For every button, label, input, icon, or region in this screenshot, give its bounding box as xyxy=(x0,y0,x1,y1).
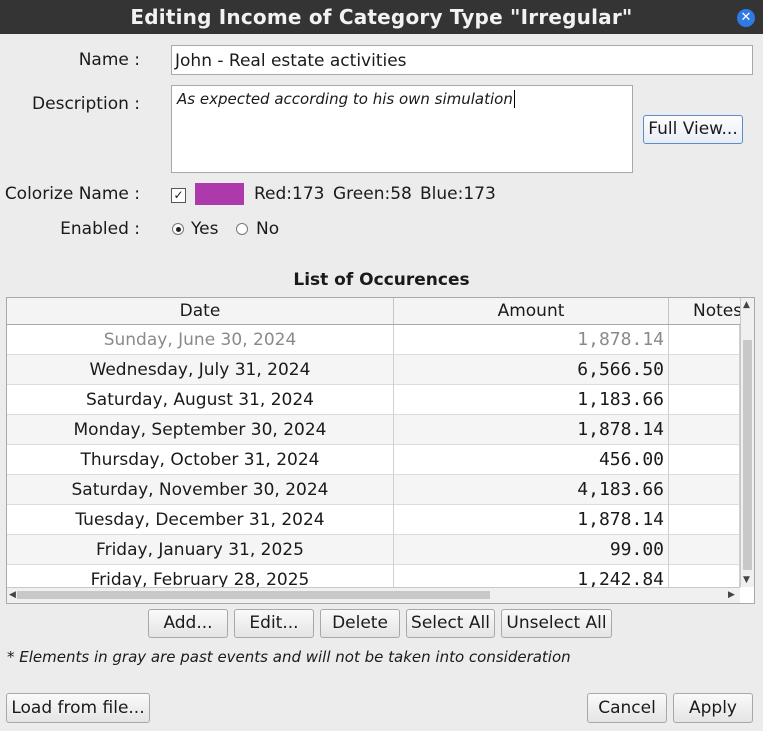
vertical-scroll-thumb[interactable] xyxy=(743,340,752,570)
notes-cell xyxy=(669,325,740,355)
amount-cell: 1,878.14 xyxy=(394,415,669,445)
window-title: Editing Income of Category Type "Irregul… xyxy=(130,5,633,29)
check-icon: ✓ xyxy=(173,188,184,202)
enabled-no-label[interactable]: No xyxy=(256,219,279,239)
horizontal-scrollbar[interactable]: ◀ ▶ xyxy=(7,587,740,603)
column-header-amount[interactable]: Amount xyxy=(394,298,669,324)
scroll-right-icon[interactable]: ▶ xyxy=(728,590,735,600)
scroll-down-icon[interactable]: ▼ xyxy=(743,575,750,585)
amount-cell: 456.00 xyxy=(394,445,669,475)
select-all-button[interactable]: Select All xyxy=(406,609,495,638)
table-row[interactable]: Tuesday, December 31, 2024 1,878.14 xyxy=(7,505,740,535)
description-label: Description : xyxy=(32,94,140,114)
color-swatch[interactable] xyxy=(195,183,244,205)
enabled-yes-radio[interactable] xyxy=(172,223,184,235)
horizontal-scroll-thumb[interactable] xyxy=(17,591,490,599)
colorize-checkbox[interactable]: ✓ xyxy=(171,188,186,203)
add-button[interactable]: Add... xyxy=(148,609,228,638)
unselect-all-button[interactable]: Unselect All xyxy=(501,609,612,638)
amount-cell: 1,878.14 xyxy=(394,505,669,535)
table-header: Date Amount Notes xyxy=(7,298,740,325)
column-header-notes[interactable]: Notes xyxy=(669,298,740,324)
notes-cell xyxy=(669,385,740,415)
amount-cell: 99.00 xyxy=(394,535,669,565)
name-label: Name : xyxy=(78,50,140,70)
name-input[interactable]: John - Real estate activities xyxy=(171,45,753,75)
scroll-up-icon[interactable]: ▲ xyxy=(743,300,750,310)
scroll-left-icon[interactable]: ◀ xyxy=(9,590,16,600)
blue-value: Blue:173 xyxy=(420,184,496,204)
description-value: As expected according to his own simulat… xyxy=(177,90,513,108)
edit-button[interactable]: Edit... xyxy=(234,609,314,638)
table-row[interactable]: Wednesday, July 31, 2024 6,566.50 xyxy=(7,355,740,385)
notes-cell xyxy=(669,415,740,445)
enabled-yes-label[interactable]: Yes xyxy=(191,219,218,239)
amount-cell: 1,878.14 xyxy=(394,325,669,355)
delete-button[interactable]: Delete xyxy=(320,609,400,638)
occurrences-table[interactable]: Date Amount Notes Sunday, June 30, 2024 … xyxy=(6,297,755,604)
amount-cell: 4,183.66 xyxy=(394,475,669,505)
date-cell: Tuesday, December 31, 2024 xyxy=(7,505,394,535)
close-icon[interactable]: ✕ xyxy=(737,9,755,27)
apply-button[interactable]: Apply xyxy=(673,693,753,723)
table-row[interactable]: Thursday, October 31, 2024 456.00 xyxy=(7,445,740,475)
table-row[interactable]: Friday, February 28, 2025 1,242.84 xyxy=(7,565,740,587)
notes-cell xyxy=(669,355,740,385)
name-input-value: John - Real estate activities xyxy=(175,51,407,71)
text-cursor xyxy=(513,90,515,108)
cancel-button[interactable]: Cancel xyxy=(587,693,667,723)
notes-cell xyxy=(669,565,740,587)
notes-cell xyxy=(669,535,740,565)
colorize-label: Colorize Name : xyxy=(4,184,140,204)
enabled-no-radio[interactable] xyxy=(236,223,248,235)
date-cell: Saturday, November 30, 2024 xyxy=(7,475,394,505)
past-events-note: * Elements in gray are past events and w… xyxy=(7,648,571,666)
vertical-scrollbar[interactable]: ▲ ▼ xyxy=(740,298,754,587)
table-row[interactable]: Monday, September 30, 2024 1,878.14 xyxy=(7,415,740,445)
column-header-date[interactable]: Date xyxy=(7,298,394,324)
date-cell: Saturday, August 31, 2024 xyxy=(7,385,394,415)
red-value: Red:173 xyxy=(254,184,325,204)
date-cell: Monday, September 30, 2024 xyxy=(7,415,394,445)
amount-cell: 1,183.66 xyxy=(394,385,669,415)
date-cell: Sunday, June 30, 2024 xyxy=(7,325,394,355)
table-row[interactable]: Friday, January 31, 2025 99.00 xyxy=(7,535,740,565)
notes-cell xyxy=(669,475,740,505)
date-cell: Thursday, October 31, 2024 xyxy=(7,445,394,475)
description-textarea[interactable]: As expected according to his own simulat… xyxy=(171,85,633,173)
date-cell: Friday, February 28, 2025 xyxy=(7,565,394,587)
full-view-button[interactable]: Full View... xyxy=(643,115,743,144)
amount-cell: 1,242.84 xyxy=(394,565,669,587)
load-from-file-button[interactable]: Load from file... xyxy=(6,693,150,723)
table-row[interactable]: Sunday, June 30, 2024 1,878.14 xyxy=(7,325,740,355)
date-cell: Wednesday, July 31, 2024 xyxy=(7,355,394,385)
table-body: Sunday, June 30, 2024 1,878.14 Wednesday… xyxy=(7,325,740,587)
table-row[interactable]: Saturday, November 30, 2024 4,183.66 xyxy=(7,475,740,505)
table-row[interactable]: Saturday, August 31, 2024 1,183.66 xyxy=(7,385,740,415)
occurrences-title: List of Occurences xyxy=(293,270,470,290)
enabled-label: Enabled : xyxy=(60,219,140,239)
notes-cell xyxy=(669,445,740,475)
date-cell: Friday, January 31, 2025 xyxy=(7,535,394,565)
amount-cell: 6,566.50 xyxy=(394,355,669,385)
notes-cell xyxy=(669,505,740,535)
title-bar: Editing Income of Category Type "Irregul… xyxy=(0,0,763,34)
green-value: Green:58 xyxy=(333,184,412,204)
